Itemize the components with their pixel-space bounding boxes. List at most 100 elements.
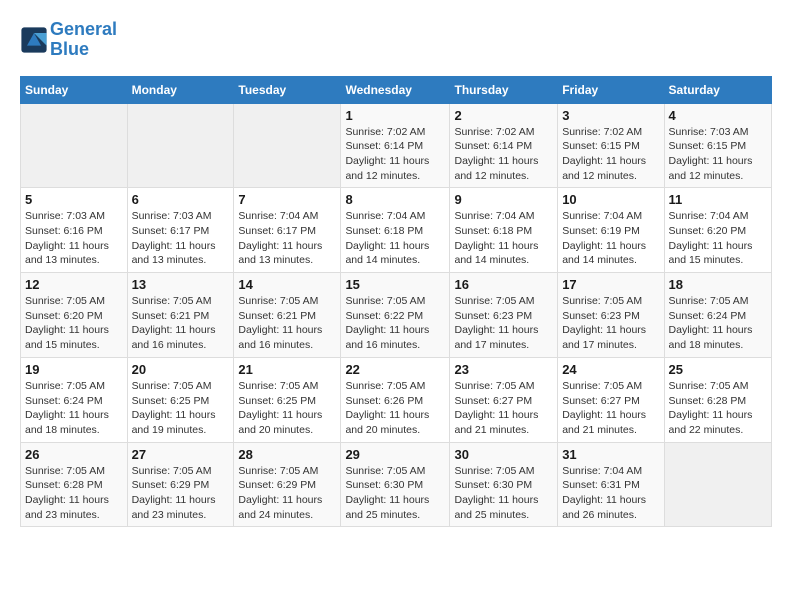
calendar-cell: 24 Sunrise: 7:05 AM Sunset: 6:27 PM Dayli… — [558, 357, 664, 442]
logo-text: General Blue — [50, 20, 117, 60]
calendar-cell — [127, 103, 234, 188]
day-info: Sunrise: 7:04 AM Sunset: 6:18 PM Dayligh… — [345, 209, 445, 268]
day-info: Sunrise: 7:05 AM Sunset: 6:23 PM Dayligh… — [562, 294, 659, 353]
calendar-cell: 5 Sunrise: 7:03 AM Sunset: 6:16 PM Daylig… — [21, 188, 128, 273]
weekday-header-saturday: Saturday — [664, 76, 771, 103]
calendar-cell: 14 Sunrise: 7:05 AM Sunset: 6:21 PM Dayli… — [234, 273, 341, 358]
calendar-cell: 28 Sunrise: 7:05 AM Sunset: 6:29 PM Dayli… — [234, 442, 341, 527]
day-info: Sunrise: 7:05 AM Sunset: 6:24 PM Dayligh… — [669, 294, 767, 353]
day-number: 17 — [562, 277, 659, 292]
calendar-week-row: 12 Sunrise: 7:05 AM Sunset: 6:20 PM Dayli… — [21, 273, 772, 358]
calendar-cell: 27Sunrise: 7:05 AM Sunset: 6:29 PM Dayli… — [127, 442, 234, 527]
calendar-cell — [21, 103, 128, 188]
day-number: 2 — [454, 108, 553, 123]
day-number: 26 — [25, 447, 123, 462]
day-info: Sunrise: 7:02 AM Sunset: 6:14 PM Dayligh… — [345, 125, 445, 184]
day-number: 23 — [454, 362, 553, 377]
day-number: 31 — [562, 447, 659, 462]
calendar-week-row: 19 Sunrise: 7:05 AM Sunset: 6:24 PM Dayli… — [21, 357, 772, 442]
day-number: 14 — [238, 277, 336, 292]
day-info: Sunrise: 7:04 AM Sunset: 6:18 PM Dayligh… — [454, 209, 553, 268]
day-info: Sunrise: 7:05 AM Sunset: 6:27 PM Dayligh… — [562, 379, 659, 438]
calendar-cell: 6 Sunrise: 7:03 AM Sunset: 6:17 PM Daylig… — [127, 188, 234, 273]
day-info: Sunrise: 7:03 AM Sunset: 6:17 PM Dayligh… — [132, 209, 230, 268]
day-info: Sunrise: 7:03 AM Sunset: 6:15 PM Dayligh… — [669, 125, 767, 184]
day-info: Sunrise: 7:05 AM Sunset: 6:21 PM Dayligh… — [132, 294, 230, 353]
calendar-cell: 20 Sunrise: 7:05 AM Sunset: 6:25 PM Dayli… — [127, 357, 234, 442]
calendar-cell: 3Sunrise: 7:02 AM Sunset: 6:15 PM Daylig… — [558, 103, 664, 188]
day-number: 6 — [132, 192, 230, 207]
calendar-cell: 22 Sunrise: 7:05 AM Sunset: 6:26 PM Dayli… — [341, 357, 450, 442]
day-number: 9 — [454, 192, 553, 207]
day-number: 19 — [25, 362, 123, 377]
day-info: Sunrise: 7:03 AM Sunset: 6:16 PM Dayligh… — [25, 209, 123, 268]
day-info: Sunrise: 7:05 AM Sunset: 6:24 PM Dayligh… — [25, 379, 123, 438]
calendar-cell: 18 Sunrise: 7:05 AM Sunset: 6:24 PM Dayli… — [664, 273, 771, 358]
day-number: 25 — [669, 362, 767, 377]
day-info: Sunrise: 7:05 AM Sunset: 6:21 PM Dayligh… — [238, 294, 336, 353]
weekday-header-wednesday: Wednesday — [341, 76, 450, 103]
calendar-cell: 29 Sunrise: 7:05 AM Sunset: 6:30 PM Dayli… — [341, 442, 450, 527]
day-info: Sunrise: 7:05 AM Sunset: 6:27 PM Dayligh… — [454, 379, 553, 438]
calendar-cell — [234, 103, 341, 188]
calendar-cell: 2 Sunrise: 7:02 AM Sunset: 6:14 PM Daylig… — [450, 103, 558, 188]
day-number: 5 — [25, 192, 123, 207]
logo: General Blue — [20, 20, 117, 60]
calendar-cell: 17 Sunrise: 7:05 AM Sunset: 6:23 PM Dayli… — [558, 273, 664, 358]
day-info: Sunrise: 7:05 AM Sunset: 6:25 PM Dayligh… — [238, 379, 336, 438]
calendar-cell: 13 Sunrise: 7:05 AM Sunset: 6:21 PM Dayli… — [127, 273, 234, 358]
calendar-cell: 16 Sunrise: 7:05 AM Sunset: 6:23 PM Dayli… — [450, 273, 558, 358]
day-info: Sunrise: 7:05 AM Sunset: 6:28 PM Dayligh… — [669, 379, 767, 438]
day-info: Sunrise: 7:04 AM Sunset: 6:17 PM Dayligh… — [238, 209, 336, 268]
day-number: 27 — [132, 447, 230, 462]
day-number: 30 — [454, 447, 553, 462]
calendar-cell: 25 Sunrise: 7:05 AM Sunset: 6:28 PM Dayli… — [664, 357, 771, 442]
day-info: Sunrise: 7:05 AM Sunset: 6:28 PM Dayligh… — [25, 464, 123, 523]
day-number: 7 — [238, 192, 336, 207]
calendar-cell: 4 Sunrise: 7:03 AM Sunset: 6:15 PM Daylig… — [664, 103, 771, 188]
day-number: 24 — [562, 362, 659, 377]
day-info: Sunrise: 7:05 AM Sunset: 6:20 PM Dayligh… — [25, 294, 123, 353]
calendar-cell: 1Sunrise: 7:02 AM Sunset: 6:14 PM Daylig… — [341, 103, 450, 188]
day-info: Sunrise: 7:05 AM Sunset: 6:30 PM Dayligh… — [345, 464, 445, 523]
calendar-cell: 15 Sunrise: 7:05 AM Sunset: 6:22 PM Dayli… — [341, 273, 450, 358]
day-number: 18 — [669, 277, 767, 292]
day-info: Sunrise: 7:05 AM Sunset: 6:22 PM Dayligh… — [345, 294, 445, 353]
day-info: Sunrise: 7:05 AM Sunset: 6:29 PM Dayligh… — [238, 464, 336, 523]
day-number: 4 — [669, 108, 767, 123]
weekday-header-tuesday: Tuesday — [234, 76, 341, 103]
day-number: 16 — [454, 277, 553, 292]
day-info: Sunrise: 7:05 AM Sunset: 6:25 PM Dayligh… — [132, 379, 230, 438]
day-number: 29 — [345, 447, 445, 462]
day-number: 15 — [345, 277, 445, 292]
calendar-cell: 19 Sunrise: 7:05 AM Sunset: 6:24 PM Dayli… — [21, 357, 128, 442]
calendar-week-row: 26 Sunrise: 7:05 AM Sunset: 6:28 PM Dayli… — [21, 442, 772, 527]
day-number: 3 — [562, 108, 659, 123]
day-number: 11 — [669, 192, 767, 207]
day-number: 22 — [345, 362, 445, 377]
day-number: 20 — [132, 362, 230, 377]
day-number: 28 — [238, 447, 336, 462]
day-info: Sunrise: 7:05 AM Sunset: 6:23 PM Dayligh… — [454, 294, 553, 353]
day-info: Sunrise: 7:04 AM Sunset: 6:19 PM Dayligh… — [562, 209, 659, 268]
page-header: General Blue — [20, 20, 772, 60]
day-info: Sunrise: 7:04 AM Sunset: 6:20 PM Dayligh… — [669, 209, 767, 268]
weekday-header-sunday: Sunday — [21, 76, 128, 103]
day-info: Sunrise: 7:05 AM Sunset: 6:30 PM Dayligh… — [454, 464, 553, 523]
day-info: Sunrise: 7:05 AM Sunset: 6:26 PM Dayligh… — [345, 379, 445, 438]
calendar-cell: 9 Sunrise: 7:04 AM Sunset: 6:18 PM Daylig… — [450, 188, 558, 273]
weekday-header-row: SundayMondayTuesdayWednesdayThursdayFrid… — [21, 76, 772, 103]
day-number: 12 — [25, 277, 123, 292]
calendar-cell: 12 Sunrise: 7:05 AM Sunset: 6:20 PM Dayli… — [21, 273, 128, 358]
calendar-cell: 11 Sunrise: 7:04 AM Sunset: 6:20 PM Dayli… — [664, 188, 771, 273]
day-info: Sunrise: 7:02 AM Sunset: 6:14 PM Dayligh… — [454, 125, 553, 184]
calendar-cell: 7 Sunrise: 7:04 AM Sunset: 6:17 PM Daylig… — [234, 188, 341, 273]
day-number: 13 — [132, 277, 230, 292]
logo-icon — [20, 26, 48, 54]
day-number: 8 — [345, 192, 445, 207]
calendar-cell: 30 Sunrise: 7:05 AM Sunset: 6:30 PM Dayli… — [450, 442, 558, 527]
calendar-cell: 26 Sunrise: 7:05 AM Sunset: 6:28 PM Dayli… — [21, 442, 128, 527]
weekday-header-thursday: Thursday — [450, 76, 558, 103]
weekday-header-friday: Friday — [558, 76, 664, 103]
calendar-table: SundayMondayTuesdayWednesdayThursdayFrid… — [20, 76, 772, 528]
